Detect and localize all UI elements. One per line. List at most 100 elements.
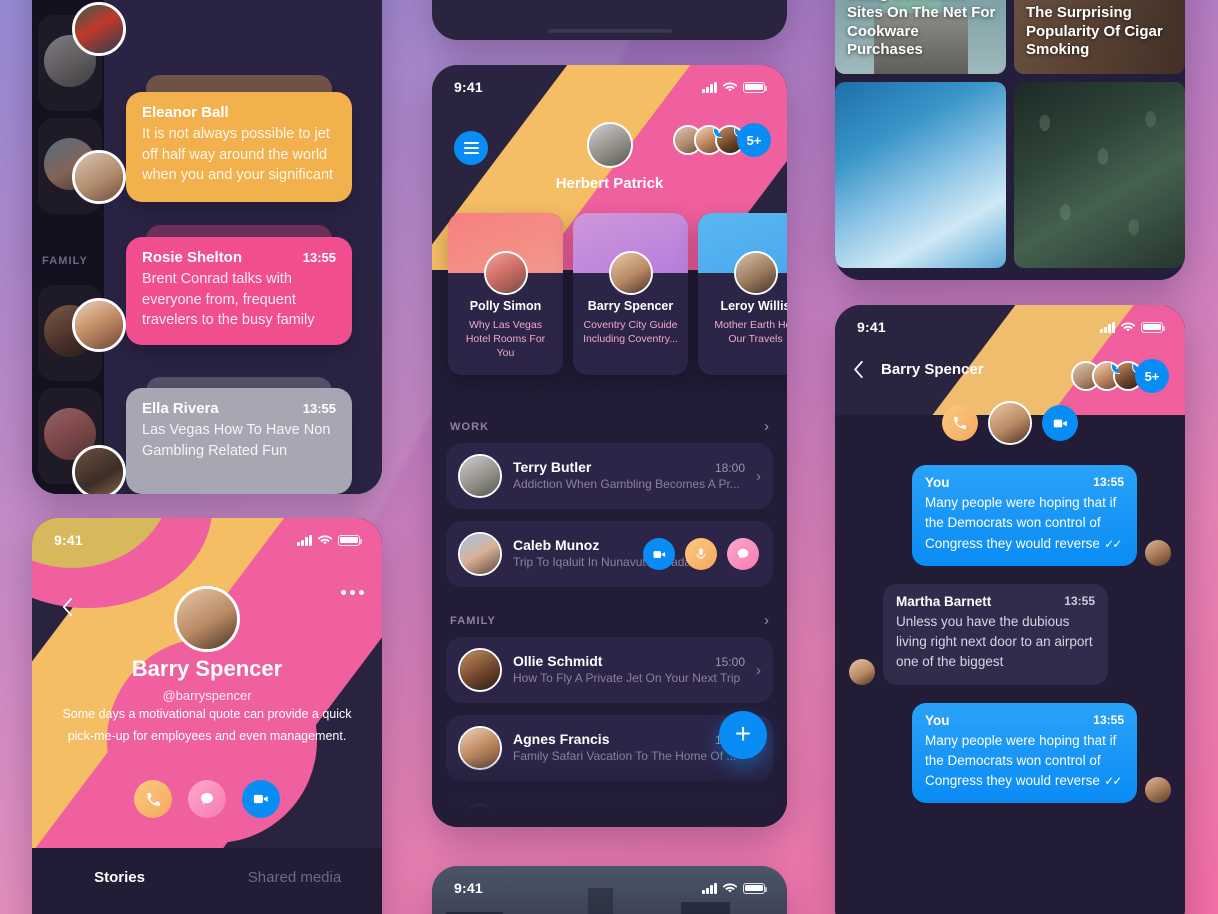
hero-avatar[interactable] — [586, 122, 633, 168]
contact-row-alma-sherman[interactable]: Alma Sherman 11:21 Family Safari Vacatio… — [446, 793, 773, 827]
contact-row-terry-butler[interactable]: Terry Butler 18:00 Addiction When Gambli… — [446, 443, 773, 509]
avatar-stack[interactable]: 4 4 5+ — [1071, 359, 1169, 393]
contact-time: 15:00 — [714, 655, 745, 669]
active-avatar[interactable] — [72, 2, 126, 56]
news-card-overstock[interactable]: Using Overstock Sites On The Net For Coo… — [835, 0, 1006, 74]
message-avatar[interactable] — [849, 658, 875, 685]
contact-avatar[interactable] — [458, 454, 502, 498]
hamburger-menu-button[interactable] — [454, 131, 488, 165]
messages-list[interactable]: You 13:55 Many people were hoping that i… — [835, 465, 1185, 914]
signal-icon — [1100, 321, 1115, 333]
chevron-right-icon[interactable]: › — [764, 613, 769, 628]
message-avatar[interactable] — [1145, 777, 1171, 804]
message-incoming[interactable]: Martha Barnett 13:55 Unless you have the… — [849, 583, 1171, 685]
phone-call-button[interactable] — [942, 405, 978, 441]
message-button[interactable] — [727, 538, 759, 570]
video-call-button[interactable] — [1042, 405, 1078, 441]
section-header-work[interactable]: WORK › — [432, 419, 787, 434]
profile-name: Barry Spencer — [131, 656, 283, 681]
back-button[interactable] — [50, 590, 84, 624]
message-text: Unless you have the dubious living right… — [896, 613, 1093, 670]
status-time: 9:41 — [454, 880, 483, 896]
message-text: Many people were hoping that if the Demo… — [925, 732, 1117, 789]
contact-avatar[interactable] — [458, 804, 502, 827]
status-bar: 9:41 — [835, 305, 1185, 349]
chevron-right-icon[interactable]: › — [756, 818, 761, 828]
story-card[interactable]: Barry Spencer Coventry City Guide Includ… — [573, 213, 688, 375]
chat-bubble-name: Ella Rivera — [142, 400, 219, 417]
active-avatar[interactable] — [72, 298, 126, 352]
chat-bubble-time: 13:55 — [302, 250, 336, 265]
chat-list-sidebar: WORK FAMILY — [32, 0, 104, 494]
story-avatar[interactable] — [608, 251, 653, 295]
add-button[interactable]: + — [719, 711, 767, 759]
story-description: Mother Earth Hos Our Travels — [714, 319, 787, 346]
chevron-right-icon[interactable]: › — [764, 419, 769, 434]
chat-bubble-text: Brent Conrad talks with everyone from, f… — [142, 271, 315, 329]
news-grid: Using Overstock Sites On The Net For Coo… — [835, 0, 1185, 280]
contact-avatar[interactable] — [458, 648, 502, 692]
battery-icon — [338, 534, 363, 546]
more-options-button[interactable] — [341, 590, 364, 595]
news-card-leaves[interactable] — [1014, 82, 1185, 268]
news-screen: Using Overstock Sites On The Net For Coo… — [835, 0, 1185, 280]
status-icons — [1100, 321, 1166, 333]
stack-more-badge[interactable]: 5+ — [1135, 359, 1169, 393]
profile-tabs: Stories Shared media — [32, 848, 382, 914]
story-card[interactable]: Polly Simon Why Las Vegas Hotel Rooms Fo… — [448, 213, 563, 375]
message-time: 13:55 — [1064, 593, 1095, 608]
chat-bubble-header: Ella Rivera 13:55 — [142, 400, 336, 417]
chat-bubble-eleanor-ball[interactable]: Eleanor Ball It is not always possible t… — [126, 92, 352, 202]
status-icons — [297, 534, 363, 546]
tab-shared-media[interactable]: Shared media — [207, 848, 382, 914]
tab-stories[interactable]: Stories — [32, 848, 207, 914]
contact-time: 18:00 — [714, 461, 745, 475]
read-receipt-icon: ✓✓ — [1104, 774, 1122, 788]
message-outgoing[interactable]: You 13:55 Many people were hoping that i… — [849, 702, 1171, 804]
battery-icon — [1141, 321, 1166, 333]
contact-name: Terry Butler — [513, 459, 592, 475]
contact-row-caleb-munoz[interactable]: Caleb Munoz Trip To Iqaluit In Nunavut C… — [446, 521, 773, 587]
contact-avatar[interactable] — [458, 532, 502, 576]
contact-info: Ollie Schmidt 15:00 How To Fly A Private… — [513, 653, 745, 687]
active-avatar[interactable] — [72, 150, 126, 204]
chevron-right-icon[interactable]: › — [756, 662, 761, 679]
phone-call-button[interactable] — [134, 780, 172, 818]
active-avatar[interactable] — [72, 445, 126, 494]
story-avatar[interactable] — [733, 251, 778, 295]
message-bubble[interactable]: You 13:55 Many people were hoping that i… — [912, 465, 1137, 566]
contact-avatar[interactable] — [458, 726, 502, 770]
section-header-family[interactable]: FAMILY › — [432, 613, 787, 628]
contact-row-ollie-schmidt[interactable]: Ollie Schmidt 15:00 How To Fly A Private… — [446, 637, 773, 703]
message-bubble[interactable]: Martha Barnett 13:55 Unless you have the… — [883, 583, 1108, 685]
chat-contact-avatar[interactable] — [988, 401, 1032, 445]
message-time: 13:55 — [1093, 712, 1124, 727]
mic-button[interactable] — [685, 538, 717, 570]
story-card[interactable]: Leroy Willis Mother Earth Hos Our Travel… — [698, 213, 787, 375]
message-button[interactable] — [188, 780, 226, 818]
signal-icon — [297, 534, 312, 546]
chat-bubble-rosie-shelton[interactable]: Rosie Shelton 13:55 Brent Conrad talks w… — [126, 237, 352, 345]
message-outgoing[interactable]: You 13:55 Many people were hoping that i… — [849, 465, 1171, 566]
chevron-right-icon[interactable]: › — [756, 468, 761, 485]
message-bubble[interactable]: You 13:55 Many people were hoping that i… — [912, 702, 1137, 804]
stories-row[interactable]: Polly Simon Why Las Vegas Hotel Rooms Fo… — [448, 213, 787, 375]
contact-name: Ollie Schmidt — [513, 653, 603, 669]
contact-name: Alma Sherman — [513, 809, 612, 825]
message-avatar[interactable] — [1145, 539, 1171, 566]
news-card-ice[interactable] — [835, 82, 1006, 268]
news-title: The Surprising Popularity Of Cigar Smoki… — [1026, 3, 1163, 59]
hero-name: Herbert Patrick — [555, 175, 664, 192]
avatar-stack[interactable]: 4 4 5+ — [673, 123, 771, 157]
profile-avatar[interactable] — [174, 586, 240, 652]
story-avatar[interactable] — [483, 251, 528, 295]
video-call-button[interactable] — [643, 538, 675, 570]
status-time: 9:41 — [454, 79, 483, 95]
news-card-cigar[interactable]: The Surprising Popularity Of Cigar Smoki… — [1014, 0, 1185, 74]
video-call-button[interactable] — [242, 780, 280, 818]
story-name: Leroy Willis — [720, 299, 787, 313]
back-button[interactable] — [853, 361, 864, 383]
chat-bubble-ella-rivera[interactable]: Ella Rivera 13:55 Las Vegas How To Have … — [126, 388, 352, 494]
contacts-list[interactable]: WORK › Terry Butler 18:00 Addiction When… — [432, 405, 787, 827]
stack-more-badge[interactable]: 5+ — [737, 123, 771, 157]
